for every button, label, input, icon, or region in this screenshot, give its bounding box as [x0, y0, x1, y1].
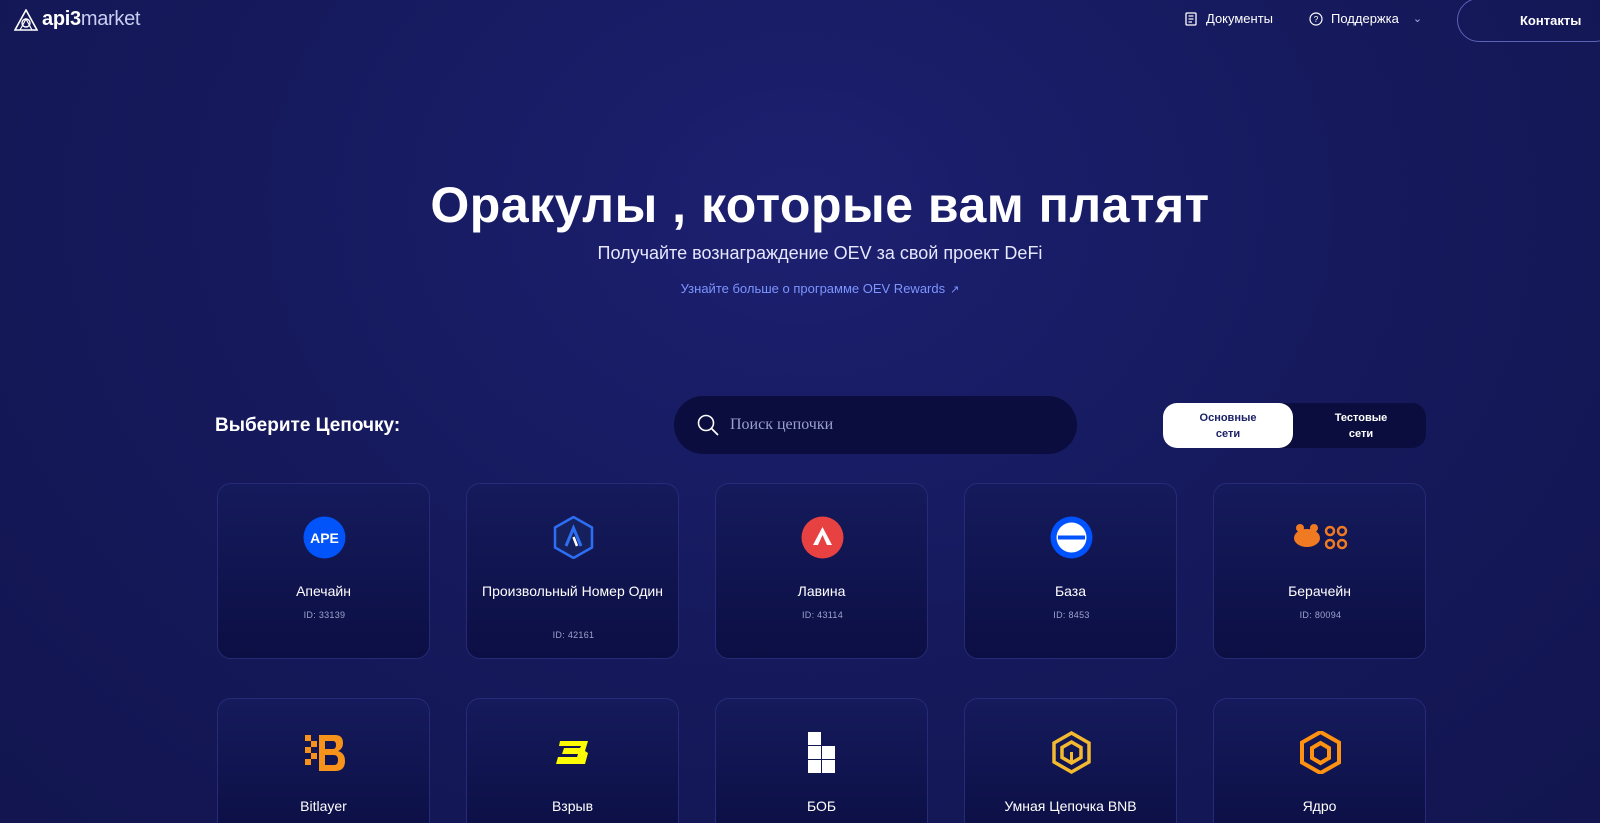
- api3market-logo[interactable]: api3market: [14, 8, 140, 31]
- document-icon: [1185, 11, 1197, 26]
- hero-subtitle: Получайте вознаграждение OEV за свой про…: [597, 243, 1043, 263]
- chain-name: Взрыв: [551, 798, 594, 814]
- chain-card-berachain[interactable]: Берачейн ID: 80094: [1213, 483, 1426, 659]
- svg-text:?: ?: [1314, 14, 1319, 24]
- chain-card-arbitrum[interactable]: Произвольный Номер Один ID: 42161: [466, 483, 679, 659]
- bnb-icon: [1050, 731, 1093, 774]
- external-link-icon: ↗: [950, 284, 960, 296]
- arbitrum-icon: [552, 516, 595, 559]
- chain-name: Произвольный Номер Один: [482, 583, 663, 599]
- chain-name: Лавина: [797, 583, 846, 599]
- select-chain-label: Выберите Цепочку:: [215, 415, 401, 436]
- chain-card-bitlayer[interactable]: Bitlayer ID: 200901: [217, 698, 430, 823]
- chain-id: ID: 80094: [1299, 610, 1342, 620]
- chain-name: Ядро: [1302, 798, 1337, 814]
- chain-card-bnb[interactable]: Умная Цепочка BNB Идентификационный номе…: [964, 698, 1177, 823]
- search-icon: [697, 414, 719, 436]
- chain-search[interactable]: [674, 396, 1077, 454]
- chain-card-avalanche[interactable]: Лавина ID: 43114: [715, 483, 928, 659]
- toggle-mainnets[interactable]: Основные сети: [1163, 403, 1293, 448]
- network-type-toggle: Основные сети Тестовые сети: [1163, 403, 1426, 448]
- nav-support-label: Поддержка: [1331, 11, 1399, 26]
- nav-docs-label: Документы: [1206, 11, 1274, 26]
- chain-name: Умная Цепочка BNB: [1004, 798, 1137, 814]
- blast-icon: [552, 731, 595, 774]
- chain-id: ID: 33139: [303, 610, 346, 620]
- chevron-down-icon: ⌄: [1412, 13, 1423, 25]
- chain-name: Bitlayer: [300, 798, 347, 814]
- core-icon: [1299, 731, 1342, 774]
- berachain-icon: [1292, 516, 1348, 559]
- chain-id: ID: 8453: [1053, 610, 1090, 620]
- chain-card-core[interactable]: Ядро ID: 1116: [1213, 698, 1426, 823]
- chain-card-bob[interactable]: БОБ ID: 60808: [715, 698, 928, 823]
- chain-name: База: [1054, 583, 1087, 599]
- nav-support-dropdown[interactable]: ? Поддержка ⌄: [1309, 11, 1422, 26]
- oev-rewards-link-text: Узнайте больше о программе OEV Rewards: [680, 281, 946, 296]
- bitlayer-icon: [303, 731, 346, 774]
- top-navigation: api3market Документы ? Поддержка ⌄ Конта…: [0, 0, 1600, 42]
- contacts-button[interactable]: Контакты: [1457, 0, 1600, 42]
- chain-name: Апечайн: [296, 583, 351, 599]
- chain-id: ID: 43114: [801, 610, 844, 620]
- chain-card-blast[interactable]: Взрыв ID: 81457: [466, 698, 679, 823]
- apechain-icon: APE: [303, 516, 346, 559]
- svg-text:APE: APE: [310, 530, 339, 546]
- api3-logo-icon: [14, 8, 38, 31]
- base-icon: [1050, 516, 1093, 559]
- oev-rewards-link[interactable]: Узнайте больше о программе OEV Rewards ↗: [0, 281, 1600, 296]
- bob-icon: [801, 731, 844, 774]
- nav-docs-link[interactable]: Документы: [1184, 11, 1273, 26]
- help-circle-icon: ?: [1309, 11, 1323, 26]
- hero-title: Оракулы , которые вам платят: [430, 177, 1210, 233]
- logo-text-bold: api3: [42, 8, 81, 30]
- chain-id: ID: 42161: [552, 630, 595, 640]
- avalanche-icon: [801, 516, 844, 559]
- chain-card-apechain[interactable]: APE Апечайн ID: 33139: [217, 483, 430, 659]
- chain-name: Берачейн: [1288, 583, 1351, 599]
- search-input[interactable]: [730, 416, 1050, 434]
- toggle-testnets[interactable]: Тестовые сети: [1296, 403, 1426, 448]
- chain-name: БОБ: [806, 798, 837, 814]
- logo-text-thin: market: [80, 8, 141, 30]
- logo-text: api3market: [42, 8, 140, 31]
- chain-card-base[interactable]: База ID: 8453: [964, 483, 1177, 659]
